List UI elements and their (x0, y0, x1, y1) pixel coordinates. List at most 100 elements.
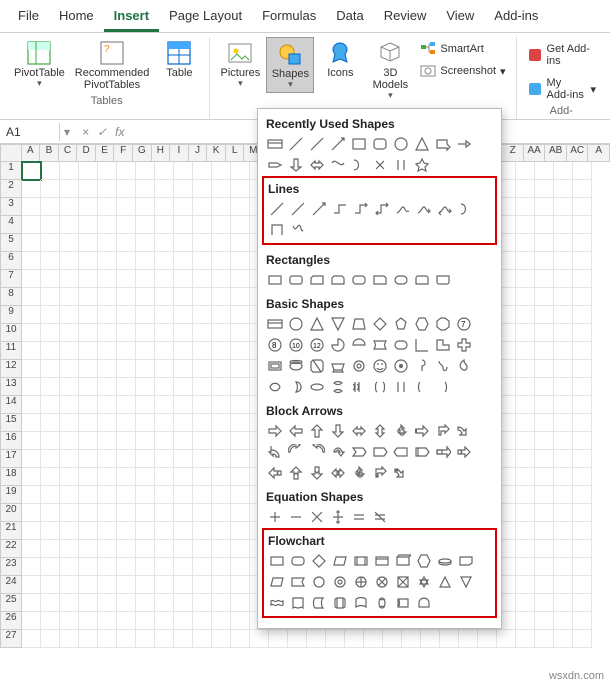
cell[interactable] (136, 414, 155, 432)
cell[interactable] (231, 414, 250, 432)
cell[interactable] (60, 360, 79, 378)
cell[interactable] (98, 270, 117, 288)
get-addins-button[interactable]: Get Add-ins (523, 41, 600, 69)
cell[interactable] (22, 522, 41, 540)
flowchart-shape-18[interactable] (436, 573, 454, 591)
cell[interactable] (41, 270, 60, 288)
arrow-shape-26[interactable] (392, 464, 410, 482)
cell[interactable] (193, 576, 212, 594)
cell[interactable] (554, 540, 573, 558)
cell[interactable] (231, 540, 250, 558)
cell[interactable] (136, 612, 155, 630)
flowchart-shape-13[interactable] (331, 573, 349, 591)
cell[interactable] (554, 216, 573, 234)
cell[interactable] (117, 468, 136, 486)
basic-shape-0[interactable] (266, 315, 284, 333)
cell[interactable] (79, 450, 98, 468)
cell[interactable] (174, 396, 193, 414)
cell[interactable] (22, 288, 41, 306)
cell[interactable] (516, 486, 535, 504)
cell[interactable] (79, 180, 98, 198)
recent-shape-15[interactable] (371, 156, 389, 174)
cell[interactable] (554, 342, 573, 360)
cell[interactable] (117, 630, 136, 648)
recent-shape-16[interactable] (392, 156, 410, 174)
cell[interactable] (22, 252, 41, 270)
cell[interactable] (440, 630, 459, 648)
line-shape-9[interactable] (457, 200, 475, 218)
cell[interactable] (136, 252, 155, 270)
cell[interactable] (79, 486, 98, 504)
cell[interactable] (554, 378, 573, 396)
row-head[interactable]: 12 (0, 360, 22, 378)
cell[interactable] (212, 378, 231, 396)
cell[interactable] (307, 630, 326, 648)
flowchart-shape-25[interactable] (373, 594, 391, 612)
cell[interactable] (41, 162, 60, 180)
cell[interactable] (60, 504, 79, 522)
cell[interactable] (60, 216, 79, 234)
flowchart-shape-22[interactable] (310, 594, 328, 612)
row-head[interactable]: 10 (0, 324, 22, 342)
basic-shape-19[interactable] (455, 336, 473, 354)
cell[interactable] (554, 630, 573, 648)
basic-shape-13[interactable] (329, 336, 347, 354)
cell[interactable] (79, 522, 98, 540)
rect-shape-3[interactable] (329, 271, 347, 289)
cell[interactable] (98, 396, 117, 414)
cell[interactable] (516, 414, 535, 432)
recent-shape-1[interactable] (287, 135, 305, 153)
cell[interactable] (573, 432, 592, 450)
row-head[interactable]: 18 (0, 468, 22, 486)
cell[interactable] (22, 504, 41, 522)
cell[interactable] (98, 252, 117, 270)
cell[interactable] (231, 198, 250, 216)
cell[interactable] (117, 558, 136, 576)
cell[interactable] (136, 540, 155, 558)
col-head[interactable]: J (189, 144, 208, 162)
cell[interactable] (573, 486, 592, 504)
basic-shape-22[interactable] (308, 357, 326, 375)
cell[interactable] (136, 558, 155, 576)
basic-shape-12[interactable]: 12 (308, 336, 326, 354)
cell[interactable] (98, 378, 117, 396)
rect-shape-6[interactable] (392, 271, 410, 289)
cell[interactable] (231, 342, 250, 360)
cell[interactable] (174, 378, 193, 396)
cell[interactable] (60, 252, 79, 270)
cell[interactable] (22, 630, 41, 648)
cell[interactable] (79, 324, 98, 342)
select-all-corner[interactable] (0, 144, 22, 162)
row-head[interactable]: 26 (0, 612, 22, 630)
cell[interactable] (117, 522, 136, 540)
screenshot-button[interactable]: Screenshot ▾ (416, 61, 509, 81)
cell[interactable] (79, 396, 98, 414)
arrow-shape-7[interactable] (413, 422, 431, 440)
cell[interactable] (136, 234, 155, 252)
cell[interactable] (212, 306, 231, 324)
row-head[interactable]: 25 (0, 594, 22, 612)
cell[interactable] (117, 180, 136, 198)
cell[interactable] (231, 504, 250, 522)
cell[interactable] (535, 306, 554, 324)
cell[interactable] (231, 558, 250, 576)
cell[interactable] (573, 612, 592, 630)
cell[interactable] (155, 180, 174, 198)
3d-models-button[interactable]: 3D Models ▾ (366, 37, 414, 103)
basic-shape-18[interactable] (434, 336, 452, 354)
cell[interactable] (41, 360, 60, 378)
row-head[interactable]: 9 (0, 306, 22, 324)
cell[interactable] (193, 468, 212, 486)
basic-shape-7[interactable] (413, 315, 431, 333)
cell[interactable] (41, 612, 60, 630)
cell[interactable] (98, 468, 117, 486)
cell[interactable] (41, 288, 60, 306)
cell[interactable] (136, 576, 155, 594)
flowchart-shape-16[interactable] (394, 573, 412, 591)
cell[interactable] (554, 414, 573, 432)
cell[interactable] (60, 522, 79, 540)
tab-formulas[interactable]: Formulas (252, 4, 326, 32)
col-head[interactable]: B (40, 144, 59, 162)
cell[interactable] (136, 630, 155, 648)
line-shape-10[interactable] (268, 221, 286, 239)
